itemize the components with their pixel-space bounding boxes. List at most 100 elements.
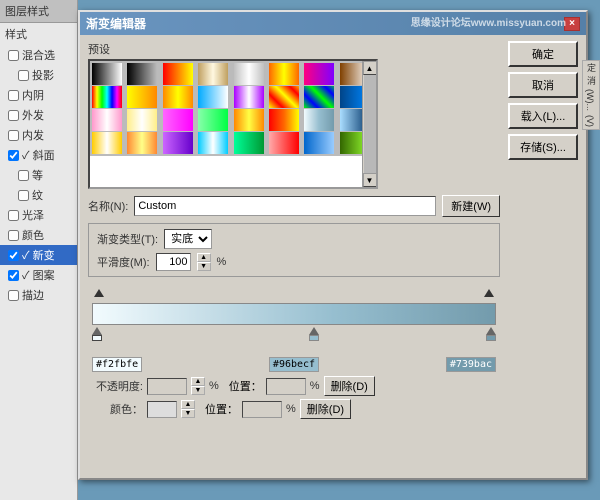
color-step-up[interactable]: ▲: [181, 400, 195, 409]
preset-cell[interactable]: [269, 132, 299, 154]
layer-item-pattern[interactable]: ✓ 图案: [0, 265, 77, 285]
preset-cell[interactable]: [234, 132, 264, 154]
preset-cell[interactable]: [92, 86, 122, 108]
preset-cell[interactable]: [304, 63, 334, 85]
layer-item-color-overlay[interactable]: 颜色: [0, 225, 77, 245]
save-button[interactable]: 存储(S)...: [508, 134, 578, 160]
preset-cell[interactable]: [92, 109, 122, 131]
gradient-checkbox[interactable]: [8, 250, 19, 261]
dialog-titlebar: 渐变编辑器 思缘设计论坛www.missyuan.com ×: [80, 12, 586, 35]
layer-item-stroke[interactable]: 描边: [0, 285, 77, 305]
layer-item-bevel[interactable]: ✓ 斜面: [0, 145, 77, 165]
step-down-button[interactable]: ▼: [197, 262, 211, 271]
preset-grid: [90, 61, 376, 156]
preset-box[interactable]: ▲ ▼: [88, 59, 378, 189]
pattern-checkbox[interactable]: [8, 270, 19, 281]
color-stop-tag-left: #f2fbfe: [92, 357, 142, 372]
preset-cell[interactable]: [198, 109, 228, 131]
color-swatch[interactable]: [147, 401, 177, 418]
layer-item-contour[interactable]: 等: [0, 165, 77, 185]
smoothness-row: 平滑度(M): ▲ ▼ %: [97, 253, 491, 271]
layer-item-texture[interactable]: 纹: [0, 185, 77, 205]
preset-cell[interactable]: [127, 63, 157, 85]
new-button[interactable]: 新建(W): [442, 195, 500, 217]
opacity-percent: %: [209, 380, 219, 392]
preset-cell[interactable]: [163, 63, 193, 85]
scroll-down-arrow[interactable]: ▼: [363, 173, 377, 187]
gradient-type-select[interactable]: 实底: [164, 229, 212, 249]
layer-item-satin[interactable]: 光泽: [0, 205, 77, 225]
scroll-track[interactable]: [364, 75, 376, 173]
layer-item-blend[interactable]: 混合选: [0, 45, 77, 65]
preset-cell[interactable]: [198, 86, 228, 108]
preset-cell[interactable]: [304, 109, 334, 131]
color-stop-left[interactable]: [92, 327, 102, 341]
layer-panel: 图层样式 样式 混合选 投影 内阴 外发 内发 ✓ 斜面 等 纹 光泽 颜色: [0, 0, 78, 500]
stroke-checkbox[interactable]: [8, 290, 19, 301]
layer-item-gradient[interactable]: ✓ 新变: [0, 245, 77, 265]
gradient-type-box: 渐变类型(T): 实底 平滑度(M): ▲ ▼ %: [88, 223, 500, 277]
gradient-bar[interactable]: [92, 303, 496, 325]
preset-cell[interactable]: [304, 86, 334, 108]
bevel-checkbox[interactable]: [8, 150, 19, 161]
texture-checkbox[interactable]: [18, 190, 29, 201]
step-up-button[interactable]: ▲: [197, 253, 211, 262]
color-step-down[interactable]: ▼: [181, 409, 195, 418]
opacity-step-down[interactable]: ▼: [191, 386, 205, 395]
color-stop-right[interactable]: [486, 327, 496, 341]
name-input[interactable]: [134, 196, 436, 216]
preset-cell[interactable]: [127, 86, 157, 108]
position-input-2[interactable]: [242, 401, 282, 418]
preset-cell[interactable]: [127, 109, 157, 131]
layer-item-shadow[interactable]: 投影: [0, 65, 77, 85]
opacity-step-up[interactable]: ▲: [191, 377, 205, 386]
preset-cell[interactable]: [163, 109, 193, 131]
preset-cell[interactable]: [234, 109, 264, 131]
satin-checkbox[interactable]: [8, 210, 19, 221]
right-edge-w: (W)...: [585, 89, 597, 111]
contour-checkbox[interactable]: [18, 170, 29, 181]
layer-item-outer-glow[interactable]: 外发: [0, 105, 77, 125]
preset-cell[interactable]: [234, 63, 264, 85]
close-button[interactable]: ×: [564, 17, 580, 31]
dialog-right-section: 确定 取消 载入(L)... 存储(S)...: [508, 41, 578, 422]
layer-item-inner-glow[interactable]: 内发: [0, 125, 77, 145]
preset-cell[interactable]: [163, 86, 193, 108]
preset-cell[interactable]: [92, 132, 122, 154]
preset-cell[interactable]: [269, 63, 299, 85]
layer-item-inner-shadow[interactable]: 内阴: [0, 85, 77, 105]
position-input-1[interactable]: [266, 378, 306, 395]
preset-cell[interactable]: [269, 86, 299, 108]
outer-glow-checkbox[interactable]: [8, 110, 19, 121]
gradient-editor-dialog: 渐变编辑器 思缘设计论坛www.missyuan.com × 预设: [78, 10, 588, 480]
preset-cell[interactable]: [198, 63, 228, 85]
delete-opacity-button[interactable]: 删除(D): [324, 376, 375, 396]
preset-cell[interactable]: [234, 86, 264, 108]
color-stepper: ▲ ▼: [181, 400, 195, 418]
delete-color-button[interactable]: 删除(D): [300, 399, 351, 419]
blend-checkbox[interactable]: [8, 50, 19, 61]
scroll-up-arrow[interactable]: ▲: [363, 61, 377, 75]
opacity-stop-left[interactable]: [94, 289, 104, 297]
ok-button[interactable]: 确定: [508, 41, 578, 67]
inner-shadow-checkbox[interactable]: [8, 90, 19, 101]
cancel-button[interactable]: 取消: [508, 72, 578, 98]
preset-cell[interactable]: [304, 132, 334, 154]
preset-cell[interactable]: [92, 63, 122, 85]
type-row: 渐变类型(T): 实底: [97, 229, 491, 249]
preset-cell[interactable]: [269, 109, 299, 131]
preset-cell[interactable]: [163, 132, 193, 154]
smoothness-input[interactable]: [156, 253, 191, 271]
color-overlay-checkbox[interactable]: [8, 230, 19, 241]
preset-cell[interactable]: [127, 132, 157, 154]
layer-panel-section: 样式: [0, 23, 77, 45]
opacity-stepper: ▲ ▼: [191, 377, 205, 395]
shadow-checkbox[interactable]: [18, 70, 29, 81]
gradient-type-label: 渐变类型(T):: [97, 231, 158, 247]
load-button[interactable]: 载入(L)...: [508, 103, 578, 129]
opacity-stop-right[interactable]: [484, 289, 494, 297]
preset-cell[interactable]: [198, 132, 228, 154]
opacity-input[interactable]: [147, 378, 187, 395]
color-stop-mid[interactable]: [309, 327, 319, 341]
inner-glow-checkbox[interactable]: [8, 130, 19, 141]
